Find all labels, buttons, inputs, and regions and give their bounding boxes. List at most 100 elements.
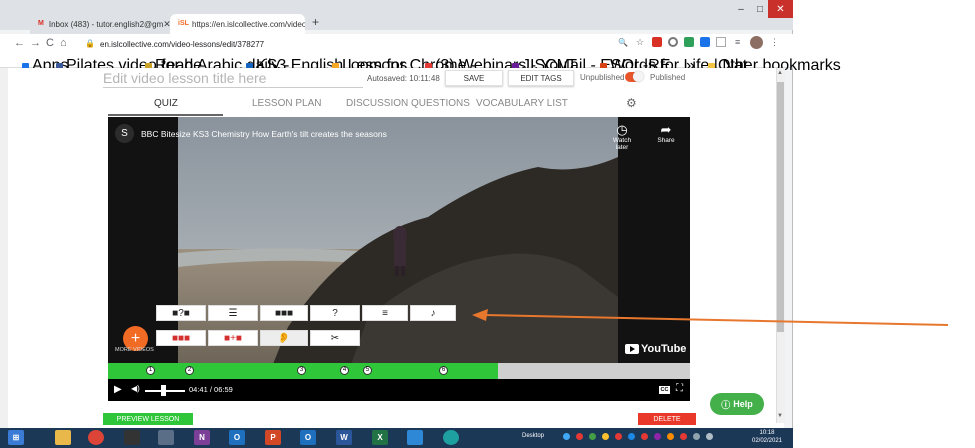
quiz-multiple-choice-button[interactable]: ☰ [208,305,258,321]
powerpoint-icon[interactable]: P [265,430,281,445]
desktop-toolbar-label[interactable]: Desktop [522,433,544,439]
active-tab-indicator [108,114,223,116]
pdf-extension-icon[interactable] [652,37,662,47]
question-marker[interactable]: 1 [146,366,155,375]
watch-later-button[interactable]: ◷ Watch later [606,123,638,152]
extension-icon[interactable] [684,37,694,47]
extension-icon[interactable] [716,37,726,47]
channel-avatar[interactable]: S [115,124,134,143]
menu-icon[interactable]: ⋮ [770,37,779,48]
save-button[interactable]: SAVE [445,70,503,86]
video-player[interactable] [108,117,690,401]
publish-toggle-knob[interactable] [633,71,644,82]
extension-icon[interactable] [700,37,710,47]
quiz-ordering-button[interactable]: ■■■ [260,305,308,321]
tray-icon[interactable] [654,433,661,440]
tab-quiz[interactable]: QUIZ [154,98,178,109]
question-marker[interactable]: 3 [297,366,306,375]
tray-icon[interactable] [576,433,583,440]
edit-tags-button[interactable]: EDIT TAGS [508,70,574,86]
star-icon[interactable]: ☆ [636,37,644,48]
youtube-logo[interactable]: YouTube [625,343,686,355]
start-icon[interactable]: ⊞ [8,430,24,445]
quiz-open-question-button[interactable]: ? [310,305,360,321]
reload-icon[interactable]: C [46,37,54,49]
tray-icon[interactable] [602,433,609,440]
quiz-gapfill-button[interactable]: ■?■ [156,305,206,321]
quiz-cut-button[interactable]: ✂ [310,330,360,346]
volume-icon[interactable]: ◀) [131,384,140,393]
chrome-icon[interactable] [88,430,104,445]
gear-icon[interactable]: ⚙ [626,96,637,110]
delete-button[interactable]: DELETE [638,413,696,425]
screen: { "browser": { "tabs": [ {"label": "Inbo… [0,0,975,448]
app-icon[interactable] [407,430,423,445]
play-icon[interactable]: ▶ [114,384,122,395]
question-marker[interactable]: 4 [340,366,349,375]
tray-icon[interactable] [641,433,648,440]
volume-tray-icon[interactable] [706,433,713,440]
captions-button[interactable]: CC [659,386,670,394]
extension-icon[interactable] [668,37,678,47]
tray-icon[interactable] [667,433,674,440]
more-videos-label[interactable]: MORE VIDEOS [115,347,154,353]
share-button[interactable]: ➦ Share [652,123,680,145]
tray-icon[interactable] [615,433,622,440]
back-icon[interactable]: ← [14,37,25,49]
quiz-color-match-button[interactable]: ■■■ [156,330,206,346]
file-explorer-icon[interactable] [55,430,71,445]
taskbar [0,428,793,448]
help-button[interactable]: ⓘ Help [710,393,764,415]
volume-slider-handle[interactable] [161,385,166,396]
quiz-add-item-button[interactable]: ■+■ [208,330,258,346]
close-window-button[interactable]: ✕ [768,0,793,18]
camera-icon[interactable] [124,430,140,445]
excel-icon[interactable]: X [372,430,388,445]
fullscreen-icon[interactable]: ⛶ [676,383,683,394]
clock[interactable]: 10:18 02/02/2021 [742,429,792,445]
question-marker[interactable]: 6 [439,366,448,375]
video-title[interactable]: BBC Bitesize KS3 Chemistry How Earth's t… [141,129,387,139]
forward-icon[interactable]: → [30,37,41,49]
tab-lesson-plan[interactable]: LESSON PLAN [252,98,321,109]
home-icon[interactable]: ⌂ [60,37,67,49]
tab-gmail[interactable]: M Inbox (483) - tutor.english2@gm ✕ [30,14,170,34]
new-tab-button[interactable]: + [312,15,319,29]
tray-icon[interactable] [563,433,570,440]
quiz-list-button[interactable]: ≡ [362,305,408,321]
quiz-timeline-remaining[interactable] [498,363,690,379]
network-icon[interactable] [693,433,700,440]
unpublished-label: Unpublished [580,73,625,82]
url-field[interactable]: en.islcollective.com/video-lessons/edit/… [100,36,600,52]
reading-list-icon[interactable]: ≡ [735,37,740,47]
preview-lesson-button[interactable]: PREVIEW LESSON [103,413,193,425]
scrollbar-thumb[interactable] [777,82,784,332]
autosave-status: Autosaved: 10:11:48 [367,74,440,83]
word-icon[interactable]: W [336,430,352,445]
minimize-button[interactable]: – [730,0,752,18]
outlook-icon[interactable]: O [300,430,316,445]
maximize-button[interactable]: □ [752,0,768,18]
tray-icon[interactable] [628,433,635,440]
tray-icon[interactable] [589,433,596,440]
question-marker[interactable]: 2 [185,366,194,375]
scroll-up-icon[interactable]: ▲ [777,70,783,76]
edge-icon[interactable] [443,430,459,445]
scroll-down-icon[interactable]: ▼ [777,413,783,419]
tray-icon[interactable] [680,433,687,440]
tab-islcollective[interactable]: iSL https://en.islcollective.com/video ✕ [170,14,305,34]
search-icon[interactable]: 🔍 [618,38,628,47]
gmail-icon: M [38,20,44,27]
onenote-icon[interactable]: N [194,430,210,445]
lesson-title-input[interactable]: Edit video lesson title here [103,70,363,88]
close-tab-icon[interactable]: ✕ [163,19,170,30]
quiz-audio-button[interactable]: ♪ [410,305,456,321]
outlook-icon[interactable]: O [229,430,245,445]
tab-vocabulary-list[interactable]: VOCABULARY LIST [476,98,568,109]
quiz-listening-button[interactable]: 👂 [260,330,308,346]
tab-discussion-questions[interactable]: DISCUSSION QUESTIONS [346,98,470,109]
question-marker[interactable]: 5 [363,366,372,375]
question-icon: ⓘ [721,399,731,410]
tool-icon[interactable] [158,430,174,445]
avatar[interactable] [750,36,763,49]
